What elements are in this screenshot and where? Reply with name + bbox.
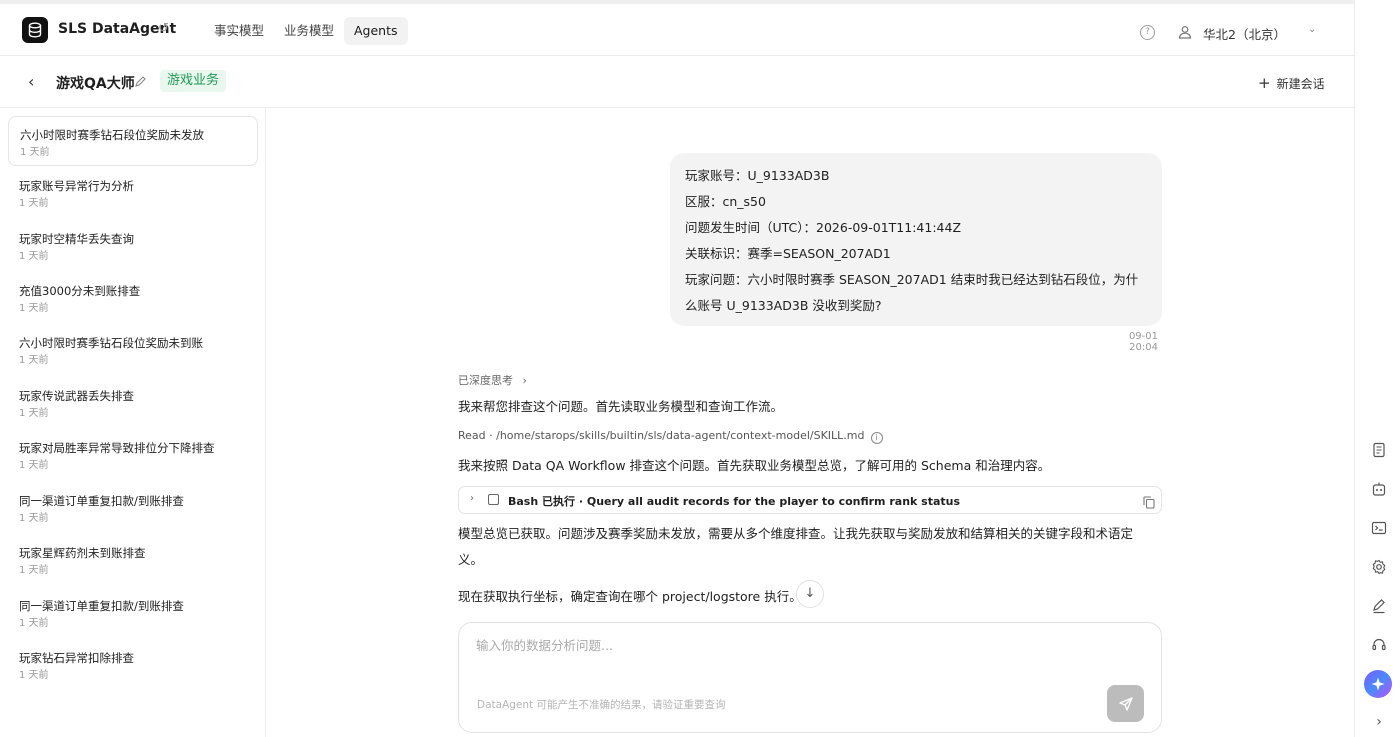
plus-icon: + <box>1258 74 1271 92</box>
message-line: 问题发生时间（UTC）：2026-09-01T11:41:44Z <box>685 220 962 235</box>
tab-agents[interactable]: Agents <box>344 17 408 45</box>
message-line: 区服：cn_s50 <box>685 194 766 209</box>
terminal-icon[interactable] <box>1371 520 1387 536</box>
conversation-item[interactable]: 玩家账号异常行为分析 1 天前 <box>8 168 258 218</box>
help-icon[interactable]: ? <box>1140 25 1155 40</box>
conversation-title: 同一渠道订单重复扣款/到账排查 <box>19 494 184 508</box>
chat-input[interactable] <box>476 635 1076 675</box>
tool-call-label: Bash 已执行 · Query all audit records for t… <box>508 495 961 508</box>
read-file-line: Read · /home/starops/skills/builtin/sls/… <box>458 429 883 444</box>
conversation-time: 1 天前 <box>19 513 49 524</box>
conversation-title: 六小时限时赛季钻石段位奖励未到账 <box>19 336 203 350</box>
agent-name: 游戏QA大师 <box>56 76 135 92</box>
edit-pencil-icon[interactable] <box>1371 598 1387 614</box>
terminal-icon <box>488 494 499 505</box>
assistant-text: 模型总览已获取。问题涉及赛季奖励未发放，需要从多个维度排查。让我先获取与奖励发放… <box>458 526 1134 541</box>
headset-icon[interactable] <box>1371 637 1387 653</box>
conversation-item[interactable]: 充值3000分未到账排查 1 天前 <box>8 273 258 323</box>
conversation-time: 1 天前 <box>19 618 49 629</box>
send-button[interactable] <box>1107 685 1144 722</box>
conversation-item[interactable]: 同一渠道订单重复扣款/到账排查 1 天前 <box>8 588 258 638</box>
conversation-item[interactable]: 玩家星辉药剂未到账排查 1 天前 <box>8 535 258 585</box>
agent-header: ‹ 游戏QA大师 游戏业务 + 新建会话 <box>0 56 1354 108</box>
new-chat-button[interactable]: + 新建会话 <box>1258 74 1325 92</box>
conversation-item[interactable]: 六小时限时赛季钻石段位奖励未到账 1 天前 <box>8 325 258 375</box>
conversation-time: 1 天前 <box>19 460 49 471</box>
conversation-title: 玩家时空精华丢失查询 <box>19 232 134 246</box>
assistant-text: 现在获取执行坐标，确定查询在哪个 project/logstore 执行。 <box>458 589 802 604</box>
robot-icon[interactable] <box>1371 481 1387 497</box>
conversation-title: 玩家对局胜率异常导致排位分下降排查 <box>19 441 215 455</box>
document-icon[interactable] <box>1371 442 1387 458</box>
message-line: 玩家问题：六小时限时赛季 SEASON_207AD1 结束时我已经达到钻石段位，… <box>685 272 1139 287</box>
gear-icon[interactable] <box>1371 559 1387 575</box>
tab-fact-model[interactable]: 事实模型 <box>204 17 274 45</box>
message-line: 关联标识：赛季=SEASON_207AD1 <box>685 246 891 261</box>
conversation-time: 1 天前 <box>20 147 50 158</box>
conversation-item[interactable]: 玩家传说武器丢失排查 1 天前 <box>8 378 258 428</box>
conversation-title: 玩家传说武器丢失排查 <box>19 389 134 403</box>
conversation-item[interactable]: 六小时限时赛季钻石段位奖励未发放 1 天前 <box>8 116 258 166</box>
new-chat-label: 新建会话 <box>1276 77 1325 91</box>
conversation-title: 玩家账号异常行为分析 <box>19 179 134 193</box>
edit-pencil-icon[interactable] <box>134 73 147 92</box>
ai-assistant-icon[interactable] <box>1364 670 1392 698</box>
conversation-title: 玩家钻石异常扣除排查 <box>19 651 134 665</box>
chat-area: 玩家账号：U_9133AD3B 区服：cn_s50 问题发生时间（UTC）：20… <box>267 108 1354 737</box>
conversation-time: 1 天前 <box>19 565 49 576</box>
conversation-item[interactable]: 玩家对局胜率异常导致排位分下降排查 1 天前 <box>8 430 258 480</box>
chevron-right-icon: › <box>522 374 527 387</box>
business-tag: 游戏业务 <box>160 70 227 92</box>
conversation-item[interactable]: 同一渠道订单重复扣款/到账排查 1 天前 <box>8 483 258 533</box>
right-tool-rail: › <box>1354 0 1400 737</box>
send-icon <box>1118 696 1133 711</box>
database-logo-icon[interactable] <box>22 17 48 43</box>
assistant-text: 义。 <box>458 552 484 567</box>
disclaimer-text: DataAgent 可能产生不准确的结果，请验证重要查询 <box>477 699 726 711</box>
conversation-title: 六小时限时赛季钻石段位奖励未发放 <box>20 128 204 142</box>
chevron-down-icon[interactable]: ⌄ <box>1308 24 1316 35</box>
conversation-time: 1 天前 <box>19 355 49 366</box>
assistant-text: 我来按照 Data QA Workflow 排查这个问题。首先获取业务模型总览，… <box>458 458 1051 473</box>
copy-icon[interactable] <box>1143 494 1155 509</box>
top-bar: SLS DataAgent ↺ 事实模型 业务模型 Agents ? 华北2（北… <box>0 0 1354 56</box>
conversation-time: 1 天前 <box>19 408 49 419</box>
read-path: Read · /home/starops/skills/builtin/sls/… <box>458 429 865 442</box>
message-line: 玩家账号：U_9133AD3B <box>685 168 830 183</box>
message-composer: DataAgent 可能产生不准确的结果，请验证重要查询 <box>458 622 1162 733</box>
message-line: 么账号 U_9133AD3B 没收到奖励? <box>685 298 882 313</box>
conversation-time: 1 天前 <box>19 303 49 314</box>
conversation-title: 玩家星辉药剂未到账排查 <box>19 546 146 560</box>
user-icon[interactable] <box>1178 24 1192 43</box>
back-arrow-icon[interactable]: ‹ <box>28 72 34 91</box>
user-message-bubble: 玩家账号：U_9133AD3B 区服：cn_s50 问题发生时间（UTC）：20… <box>670 153 1162 326</box>
conversation-item[interactable]: 玩家钻石异常扣除排查 1 天前 <box>8 640 258 690</box>
thought-label: 已深度思考 <box>458 374 513 387</box>
info-icon[interactable]: i <box>870 432 883 444</box>
undo-icon[interactable]: ↺ <box>158 21 169 36</box>
conversation-time: 1 天前 <box>19 251 49 262</box>
tool-call-card[interactable]: › Bash 已执行 · Query all audit records for… <box>458 486 1162 514</box>
tab-business-model[interactable]: 业务模型 <box>274 17 344 45</box>
scroll-to-bottom-button[interactable]: ↓ <box>796 580 824 608</box>
message-timestamp: 09-01 20:04 <box>1128 331 1158 353</box>
deep-thought-toggle[interactable]: 已深度思考 › <box>458 372 527 388</box>
region-selector[interactable]: 华北2（北京） <box>1203 24 1286 43</box>
conversation-item[interactable]: 玩家时空精华丢失查询 1 天前 <box>8 221 258 271</box>
chevron-right-icon[interactable]: › <box>1371 714 1387 730</box>
conversation-list: 六小时限时赛季钻石段位奖励未发放 1 天前 玩家账号异常行为分析 1 天前 玩家… <box>0 108 266 737</box>
conversation-title: 充值3000分未到账排查 <box>19 284 141 298</box>
conversation-title: 同一渠道订单重复扣款/到账排查 <box>19 599 184 613</box>
conversation-time: 1 天前 <box>19 670 49 681</box>
conversation-time: 1 天前 <box>19 198 49 209</box>
chevron-right-icon[interactable]: › <box>470 493 474 504</box>
assistant-text: 我来帮您排查这个问题。首先读取业务模型和查询工作流。 <box>458 399 784 414</box>
